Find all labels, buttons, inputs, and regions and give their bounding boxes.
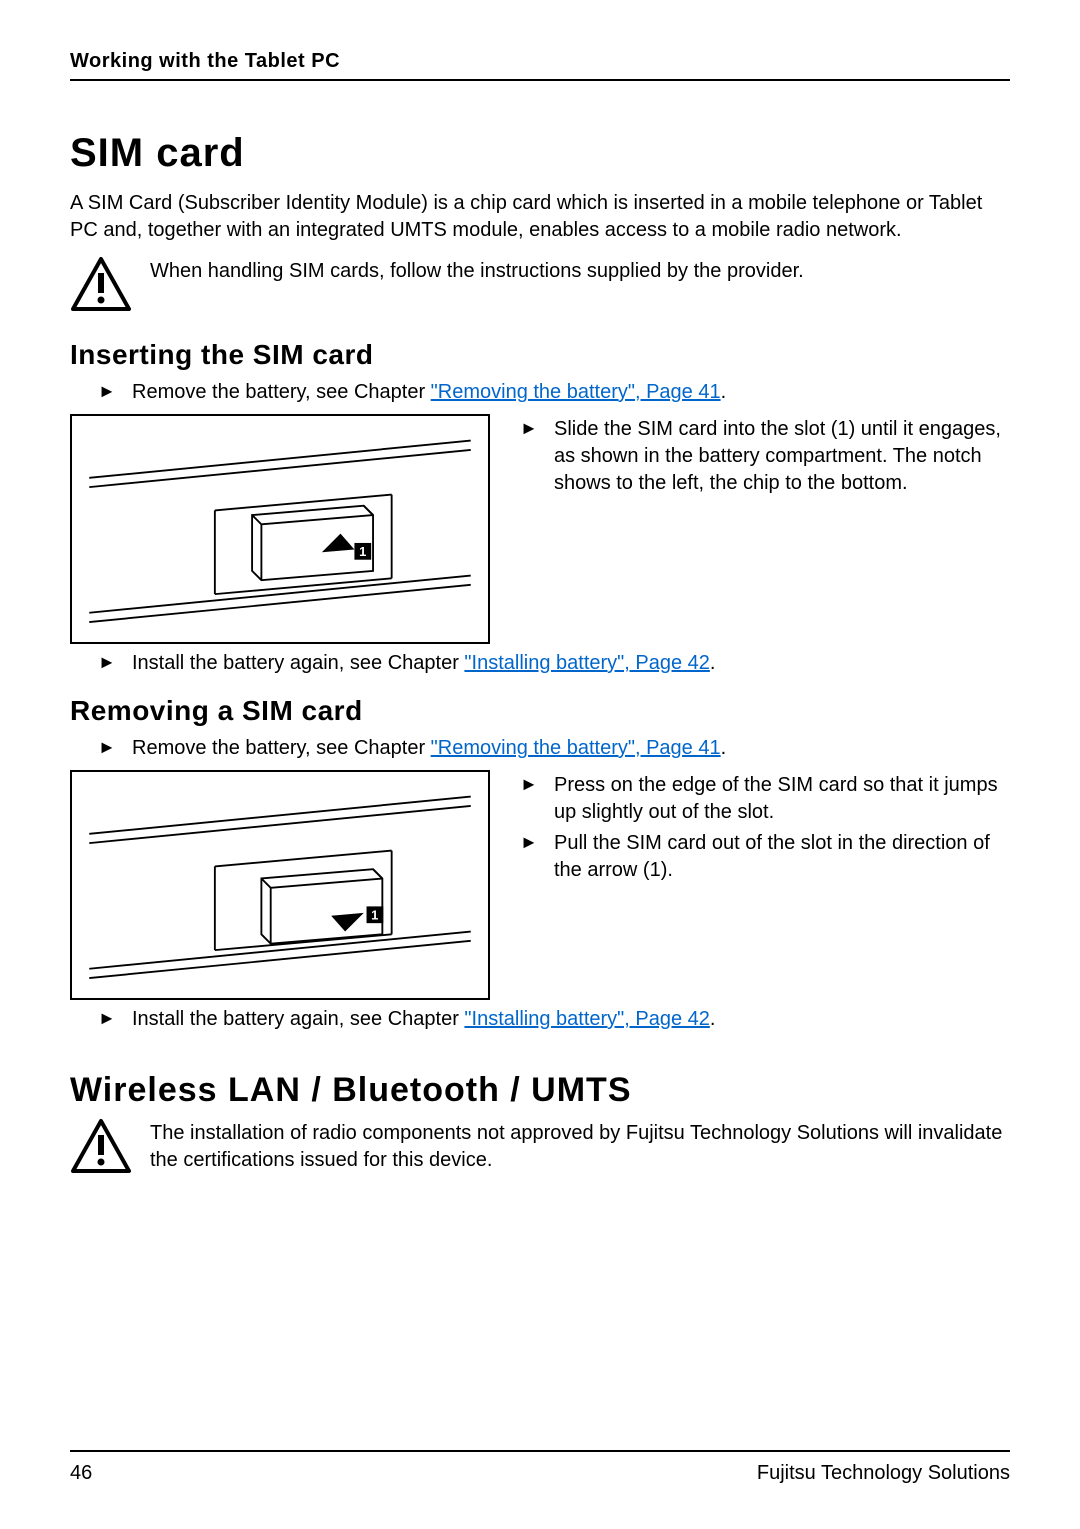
svg-text:1: 1 — [371, 907, 378, 922]
link-removing-battery[interactable]: "Removing the battery", Page 41 — [431, 737, 721, 759]
insert-figure-row: 1 ► Slide the SIM card into the slot (1)… — [70, 414, 1010, 644]
heading-inserting-sim: Inserting the SIM card — [70, 339, 1010, 371]
running-header: Working with the Tablet PC — [70, 50, 1010, 73]
step-text-post: . — [721, 381, 727, 403]
step-marker-icon: ► — [520, 416, 554, 440]
page-footer: 46 Fujitsu Technology Solutions — [70, 1450, 1010, 1485]
step-text: Remove the battery, see Chapter — [132, 381, 431, 403]
step-text: Remove the battery, see Chapter — [132, 737, 431, 759]
step-marker-icon: ► — [520, 830, 554, 854]
svg-text:1: 1 — [359, 544, 366, 559]
figure-insert-sim: 1 — [70, 414, 490, 644]
warning-icon — [70, 256, 132, 317]
remove-step-1: ► Remove the battery, see Chapter "Remov… — [70, 735, 1010, 762]
insert-step-2: ► Slide the SIM card into the slot (1) u… — [520, 416, 1010, 497]
step-text: Pull the SIM card out of the slot in the… — [554, 830, 1010, 884]
header-rule — [70, 79, 1010, 81]
heading-removing-sim: Removing a SIM card — [70, 695, 1010, 727]
remove-step-3: ► Pull the SIM card out of the slot in t… — [520, 830, 1010, 884]
page-number: 46 — [70, 1462, 92, 1485]
step-marker-icon: ► — [520, 772, 554, 796]
caution-block-wireless: The installation of radio components not… — [70, 1118, 1010, 1179]
step-marker-icon: ► — [98, 735, 132, 759]
insert-step-1: ► Remove the battery, see Chapter "Remov… — [70, 379, 1010, 406]
heading-sim-card: SIM card — [70, 131, 1010, 176]
link-removing-battery[interactable]: "Removing the battery", Page 41 — [431, 381, 721, 403]
step-text: Install the battery again, see Chapter — [132, 1008, 464, 1030]
step-text: Install the battery again, see Chapter — [132, 652, 464, 674]
step-text: Press on the edge of the SIM card so tha… — [554, 772, 1010, 826]
sim-intro-text: A SIM Card (Subscriber Identity Module) … — [70, 190, 1010, 244]
remove-figure-row: 1 ► Press on the edge of the SIM card so… — [70, 770, 1010, 1000]
step-text: Slide the SIM card into the slot (1) unt… — [554, 416, 1010, 497]
insert-step-3: ► Install the battery again, see Chapter… — [70, 650, 1010, 677]
step-text-post: . — [710, 652, 716, 674]
figure-remove-sim: 1 — [70, 770, 490, 1000]
step-marker-icon: ► — [98, 379, 132, 403]
link-installing-battery[interactable]: "Installing battery", Page 42 — [464, 652, 709, 674]
caution-text-sim: When handling SIM cards, follow the inst… — [150, 256, 804, 285]
footer-company: Fujitsu Technology Solutions — [757, 1462, 1010, 1485]
step-marker-icon: ► — [98, 650, 132, 674]
warning-icon — [70, 1118, 132, 1179]
step-marker-icon: ► — [98, 1006, 132, 1030]
caution-block-sim: When handling SIM cards, follow the inst… — [70, 256, 1010, 317]
link-installing-battery[interactable]: "Installing battery", Page 42 — [464, 1008, 709, 1030]
footer-rule — [70, 1450, 1010, 1452]
remove-step-2: ► Press on the edge of the SIM card so t… — [520, 772, 1010, 826]
heading-wireless: Wireless LAN / Bluetooth / UMTS — [70, 1071, 1010, 1110]
page: Working with the Tablet PC SIM card A SI… — [0, 0, 1080, 1529]
step-text-post: . — [710, 1008, 716, 1030]
remove-step-4: ► Install the battery again, see Chapter… — [70, 1006, 1010, 1033]
step-text-post: . — [721, 737, 727, 759]
caution-text-wireless: The installation of radio components not… — [150, 1118, 1010, 1174]
